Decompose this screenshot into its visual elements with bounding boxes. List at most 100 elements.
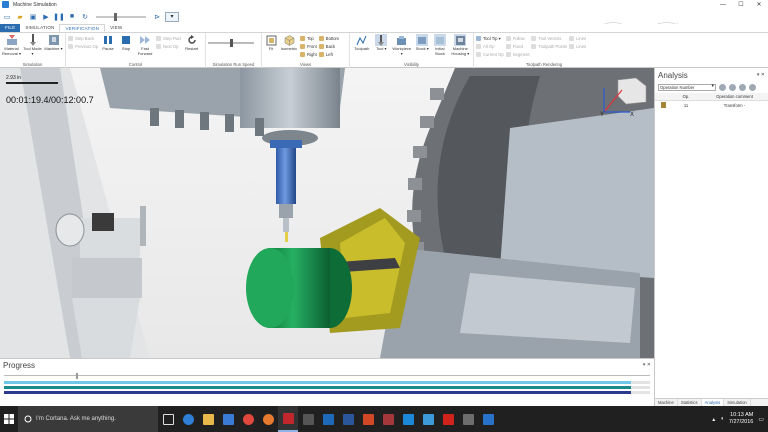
follow-button[interactable]: Follow: [505, 35, 530, 42]
all-op-button[interactable]: All Op: [476, 43, 504, 50]
edge-icon[interactable]: [178, 406, 198, 432]
tool-visibility-button[interactable]: Tool ▾: [373, 34, 389, 52]
column-comment[interactable]: Operation comment: [701, 94, 768, 99]
photos-icon[interactable]: [418, 406, 438, 432]
machine-housing-button[interactable]: Machine Housing ▾: [450, 34, 471, 56]
view-left-button[interactable]: Left: [318, 51, 339, 58]
analysis-panel-controls[interactable]: ▾ ✕: [757, 72, 765, 78]
powerpoint-icon[interactable]: [358, 406, 378, 432]
lines-button[interactable]: Lines: [569, 35, 586, 42]
tab-statistics[interactable]: Statistics: [678, 399, 702, 406]
word-icon[interactable]: [338, 406, 358, 432]
settings-app-icon[interactable]: [458, 406, 478, 432]
fast-forward-button[interactable]: Fast Forward: [136, 34, 154, 56]
material-removal-label: Material Removal ▾: [2, 46, 21, 56]
all-op-label: All Op: [483, 44, 495, 49]
machine-housing-icon: [454, 34, 467, 46]
next-op-button[interactable]: Next Op: [156, 43, 181, 50]
tool-mode-button[interactable]: Tool Mode ▾: [23, 34, 42, 56]
task-view-icon[interactable]: [158, 406, 178, 432]
view-bottom-button[interactable]: Bottom: [318, 35, 339, 42]
view-right-button[interactable]: Right: [300, 51, 317, 58]
mail-icon[interactable]: [398, 406, 418, 432]
refresh-icon[interactable]: [719, 83, 726, 91]
settings-icon[interactable]: [749, 83, 756, 91]
tpr-col-b: Follow Fixed Segment: [505, 34, 530, 58]
column-op[interactable]: Op.: [671, 94, 701, 99]
zoom-icon[interactable]: [739, 83, 746, 91]
tab-simulation[interactable]: Simulation: [724, 399, 751, 406]
new-file-icon[interactable]: ▭: [2, 12, 12, 22]
clock[interactable]: 10:13 AM 7/27/2016: [729, 412, 753, 426]
toolpath-points-button[interactable]: Toolpath Points: [531, 43, 567, 50]
stop-icon[interactable]: ■: [67, 12, 77, 22]
cortana-search-box[interactable]: I'm Cortana. Ask me anything.: [18, 406, 158, 432]
step-icon[interactable]: ⊳: [152, 12, 162, 22]
table-row[interactable]: 11 Transform -: [655, 101, 768, 109]
stop-button[interactable]: Stop: [118, 34, 134, 52]
tab-verification[interactable]: VERIFICATION: [59, 24, 106, 32]
play-icon[interactable]: ▶: [41, 12, 51, 22]
store-app-icon[interactable]: [478, 406, 498, 432]
network-icon[interactable]: ▴: [712, 416, 715, 423]
lines-button-2[interactable]: Lines: [569, 43, 586, 50]
tab-file[interactable]: FILE: [0, 24, 21, 32]
view-top-button[interactable]: Top: [300, 35, 317, 42]
pause-icon[interactable]: ❚❚: [53, 12, 65, 22]
step-back-button[interactable]: Step Back: [68, 35, 98, 42]
tool-visibility-label: Tool ▾: [376, 46, 387, 51]
notifications-icon[interactable]: ▭: [758, 416, 764, 423]
calculator-icon[interactable]: [298, 406, 318, 432]
acrobat-icon[interactable]: [438, 406, 458, 432]
stop-icon: [120, 34, 132, 46]
progress-panel-controls[interactable]: ▾ ✕: [643, 362, 651, 368]
tool-tip-label: Tool Tip ▾: [483, 36, 501, 41]
stock-button[interactable]: Stock ▾: [414, 34, 430, 52]
save-icon[interactable]: ▣: [28, 12, 38, 22]
tab-machine[interactable]: Machine: [655, 399, 678, 406]
store-icon[interactable]: [218, 406, 238, 432]
start-button[interactable]: [0, 406, 18, 432]
workpiece-button[interactable]: Workpiece ▾: [391, 34, 412, 56]
volume-icon[interactable]: ◖: [720, 416, 724, 422]
restart-button[interactable]: Restart: [183, 34, 201, 52]
fit-button[interactable]: Fit: [264, 34, 278, 52]
toolpath-button[interactable]: Toolpath: [352, 34, 371, 52]
step-fwd-button[interactable]: Step Fwd: [156, 35, 181, 42]
quick-access-dropdown[interactable]: ▾: [165, 11, 179, 22]
current-op-button[interactable]: Current Op: [476, 51, 504, 58]
outlook-icon[interactable]: [318, 406, 338, 432]
tab-view[interactable]: VIEW: [105, 24, 127, 32]
progress-marker[interactable]: [76, 373, 78, 379]
minimize-button[interactable]: —: [714, 0, 732, 9]
view-back-button[interactable]: Back: [318, 43, 339, 50]
machine-sim-taskbar-icon[interactable]: [278, 406, 298, 432]
sort-select[interactable]: Operation Number: [658, 83, 716, 91]
segment-button[interactable]: Segment: [505, 51, 529, 58]
tab-analysis[interactable]: Analysis: [701, 399, 725, 406]
open-folder-icon[interactable]: ▰: [15, 12, 25, 22]
filter-icon[interactable]: [729, 83, 736, 91]
chrome-icon[interactable]: [238, 406, 258, 432]
tab-simulation[interactable]: SIMULATION: [20, 24, 59, 32]
view-front-button[interactable]: Front: [300, 43, 317, 50]
close-button[interactable]: ✕: [750, 0, 768, 9]
fixed-button[interactable]: Fixed: [505, 43, 530, 50]
machine-housing-label: Machine Housing ▾: [451, 46, 470, 56]
maximize-button[interactable]: ☐: [732, 0, 750, 9]
firefox-icon[interactable]: [258, 406, 278, 432]
pause-button[interactable]: Pause: [100, 34, 116, 52]
quick-speed-slider[interactable]: [96, 12, 146, 21]
tool-vectors-button[interactable]: Tool Vectors: [531, 35, 567, 42]
simulation-viewport[interactable]: Y X 2.93 in 00:01:19.4/00:12:00.7: [0, 68, 654, 358]
access-icon[interactable]: [378, 406, 398, 432]
machine-button[interactable]: Machine ▾: [44, 34, 63, 52]
restart-icon[interactable]: ↻: [80, 12, 90, 22]
tool-tip-button[interactable]: Tool Tip ▾: [476, 35, 504, 42]
file-explorer-icon[interactable]: [198, 406, 218, 432]
isometric-button[interactable]: Isometric: [280, 34, 298, 52]
material-removal-button[interactable]: Material Removal ▾: [2, 34, 21, 56]
initial-stock-button[interactable]: Initial Stock: [432, 34, 448, 56]
previous-op-button[interactable]: Previous Op: [68, 43, 98, 50]
run-speed-slider[interactable]: [208, 39, 254, 47]
